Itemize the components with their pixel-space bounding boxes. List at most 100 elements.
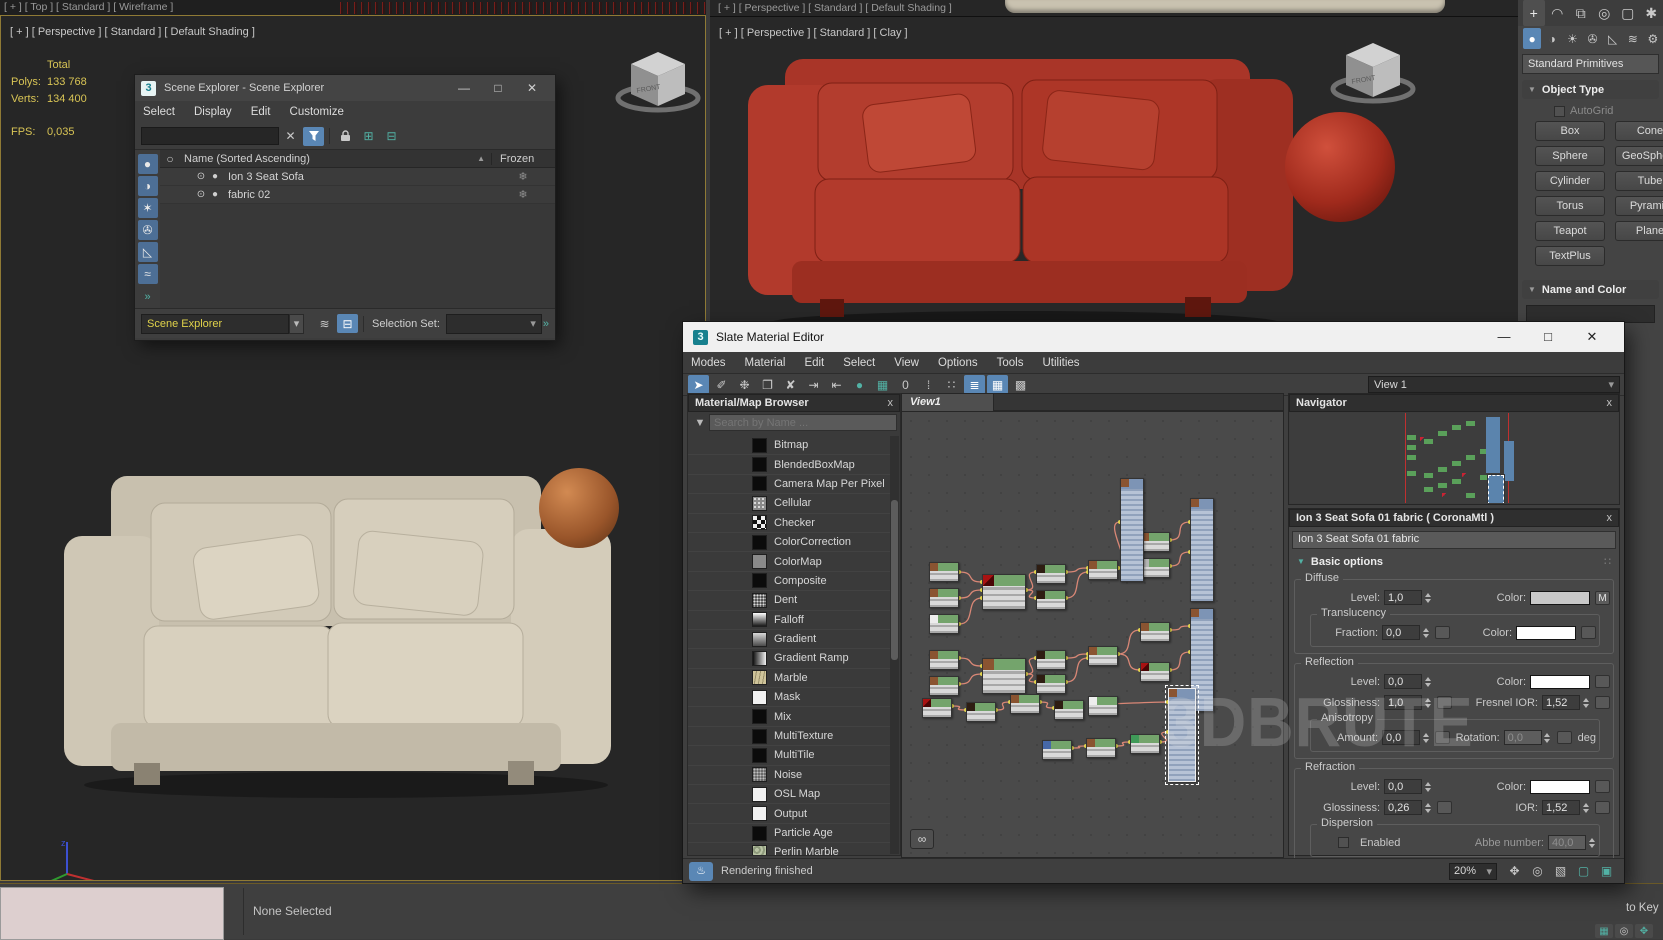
layout-children-icon[interactable]: ⁞ — [918, 375, 939, 394]
strip-expand-chevrons[interactable]: » — [135, 291, 160, 303]
layers-icon[interactable]: ≋ — [314, 314, 335, 333]
footer-expand-chevrons[interactable]: » — [543, 318, 549, 330]
refraction-level-spinner[interactable]: 0,0 — [1384, 779, 1422, 794]
move-children-icon[interactable]: ⇥ — [803, 375, 824, 394]
refraction-glossiness-spinner[interactable]: 0,26 — [1384, 800, 1422, 815]
refraction-glossiness-map-button[interactable] — [1437, 801, 1452, 814]
create-tab[interactable]: + — [1523, 0, 1545, 26]
menu-utilities[interactable]: Utilities — [1042, 357, 1079, 369]
zoom-extents-icon[interactable]: ▢ — [1573, 862, 1594, 881]
material-node[interactable] — [1120, 478, 1144, 582]
map-node[interactable] — [929, 588, 959, 608]
fresnel-ior-map-button[interactable] — [1595, 696, 1610, 709]
map-node[interactable] — [929, 676, 959, 696]
select-tool-icon[interactable]: ➤ — [688, 375, 709, 394]
menu-select[interactable]: Select — [143, 106, 175, 118]
material-header[interactable]: Ion 3 Seat Sofa 01 fabric ( CoronaMtl )x — [1289, 509, 1619, 527]
display-shapes-icon[interactable]: ◑ — [138, 176, 158, 196]
expand-hierarchy-icon[interactable]: ⊞ — [358, 127, 379, 146]
clear-search-icon[interactable]: ✕ — [280, 127, 301, 146]
primitive-button-torus[interactable]: Torus — [1535, 196, 1605, 216]
anisotropy-amount-map-button[interactable] — [1435, 731, 1450, 744]
name-and-color-rollout[interactable]: ▼Name and Color — [1522, 280, 1659, 299]
zoom-level-combo[interactable]: 20%▾ — [1449, 863, 1497, 880]
refraction-color-map-button[interactable] — [1595, 780, 1610, 793]
object-name[interactable]: fabric 02 — [228, 189, 270, 201]
primitive-button-plane[interactable]: Plane — [1615, 221, 1663, 241]
systems-category[interactable]: ⚙ — [1644, 28, 1662, 49]
pick-material-eyedropper-icon[interactable]: ✐ — [711, 375, 732, 394]
map-node[interactable] — [1088, 696, 1118, 716]
display-geometry-icon[interactable]: ● — [138, 154, 158, 174]
map-list-item[interactable]: Composite — [688, 572, 890, 591]
close-button[interactable]: ✕ — [1570, 329, 1614, 345]
translucency-fraction-map-button[interactable] — [1435, 626, 1450, 639]
map-node[interactable] — [1140, 558, 1170, 578]
map-list-item[interactable]: Gradient Ramp — [688, 649, 890, 668]
map-list-item[interactable]: Cellular — [688, 494, 890, 513]
map-node[interactable] — [929, 650, 959, 670]
diffuse-color-swatch[interactable] — [1530, 591, 1590, 605]
put-material-to-scene-icon[interactable]: ❐ — [757, 375, 778, 394]
view1-tab[interactable]: View1 — [902, 394, 994, 411]
menu-display[interactable]: Display — [194, 106, 232, 118]
geometry-category[interactable]: ● — [1523, 28, 1541, 49]
menu-material[interactable]: Material — [745, 357, 786, 369]
pan-hand-icon[interactable]: ✥ — [1504, 862, 1525, 881]
menu-customize[interactable]: Customize — [290, 106, 344, 118]
material-name-field[interactable]: Ion 3 Seat Sofa 01 fabric — [1292, 531, 1616, 549]
red-sofa-model[interactable] — [740, 47, 1300, 337]
map-list-item[interactable]: Mix — [688, 707, 890, 726]
navigator-header[interactable]: Navigatorx — [1289, 394, 1619, 412]
menu-edit[interactable]: Edit — [251, 106, 271, 118]
map-node[interactable] — [929, 562, 959, 582]
primitive-button-pyramid[interactable]: Pyramid — [1615, 196, 1663, 216]
material-node[interactable] — [1190, 498, 1214, 602]
map-list-item[interactable]: BlendedBoxMap — [688, 455, 890, 474]
shapes-category[interactable]: ◑ — [1543, 28, 1561, 49]
map-node[interactable] — [1140, 532, 1170, 552]
object-name[interactable]: Ion 3 Seat Sofa — [228, 171, 304, 183]
spacewarps-category[interactable]: ≋ — [1624, 28, 1642, 49]
map-list-item[interactable]: Falloff — [688, 611, 890, 630]
map-node[interactable] — [1088, 646, 1118, 666]
fresnel-ior-spinner[interactable]: 1,52 — [1542, 695, 1580, 710]
map-list-item[interactable]: Camera Map Per Pixel — [688, 475, 890, 494]
show-preview-icon[interactable]: ≣ — [964, 375, 985, 394]
primitive-button-cone[interactable]: Cone — [1615, 121, 1663, 141]
display-tab[interactable]: ▢ — [1617, 0, 1639, 26]
map-node[interactable] — [1010, 694, 1040, 714]
pick-material-from-object-icon[interactable]: ❉ — [734, 375, 755, 394]
anisotropy-rotation-spinner[interactable]: 0,0 — [1504, 730, 1542, 745]
close-button[interactable]: ✕ — [515, 81, 549, 95]
search-input[interactable] — [141, 127, 279, 145]
primitive-button-textplus[interactable]: TextPlus — [1535, 246, 1605, 266]
primitive-button-geosphere[interactable]: GeoSphere — [1615, 146, 1663, 166]
find-node-binoculars-icon[interactable]: ∞ — [910, 829, 934, 849]
menu-modes[interactable]: Modes — [691, 357, 726, 369]
map-node[interactable] — [1054, 700, 1084, 720]
map-node[interactable] — [929, 614, 959, 634]
menu-select[interactable]: Select — [843, 357, 875, 369]
primitive-category-dropdown[interactable]: Standard Primitives — [1522, 54, 1659, 74]
maximize-button[interactable]: □ — [1526, 329, 1570, 345]
zoom-selected-icon[interactable]: ▣ — [1596, 862, 1617, 881]
hide-unused-nodeslots-icon[interactable]: ⇤ — [826, 375, 847, 394]
material-node[interactable] — [1168, 688, 1196, 782]
display-cameras-icon[interactable]: ✇ — [138, 220, 158, 240]
scene-object-row[interactable]: ⊙●fabric 02❄ — [160, 186, 555, 204]
orange-sphere-model[interactable] — [539, 468, 619, 548]
browser-scrollbar[interactable] — [890, 436, 899, 854]
object-name-field[interactable] — [1526, 305, 1655, 323]
map-list-item[interactable]: Gradient — [688, 630, 890, 649]
primitive-button-teapot[interactable]: Teapot — [1535, 221, 1605, 241]
render-map-icon[interactable]: ▩ — [1010, 375, 1031, 394]
hierarchy-tab[interactable]: ⧉ — [1570, 0, 1592, 26]
collapse-hierarchy-icon[interactable]: ⊟ — [381, 127, 402, 146]
close-panel-icon[interactable]: x — [1607, 397, 1613, 409]
menu-options[interactable]: Options — [938, 357, 978, 369]
close-panel-icon[interactable]: x — [888, 397, 894, 409]
translucency-color-map-button[interactable] — [1581, 626, 1596, 639]
red-sphere-model[interactable] — [1285, 112, 1395, 222]
beige-sofa-model[interactable] — [56, 441, 616, 801]
